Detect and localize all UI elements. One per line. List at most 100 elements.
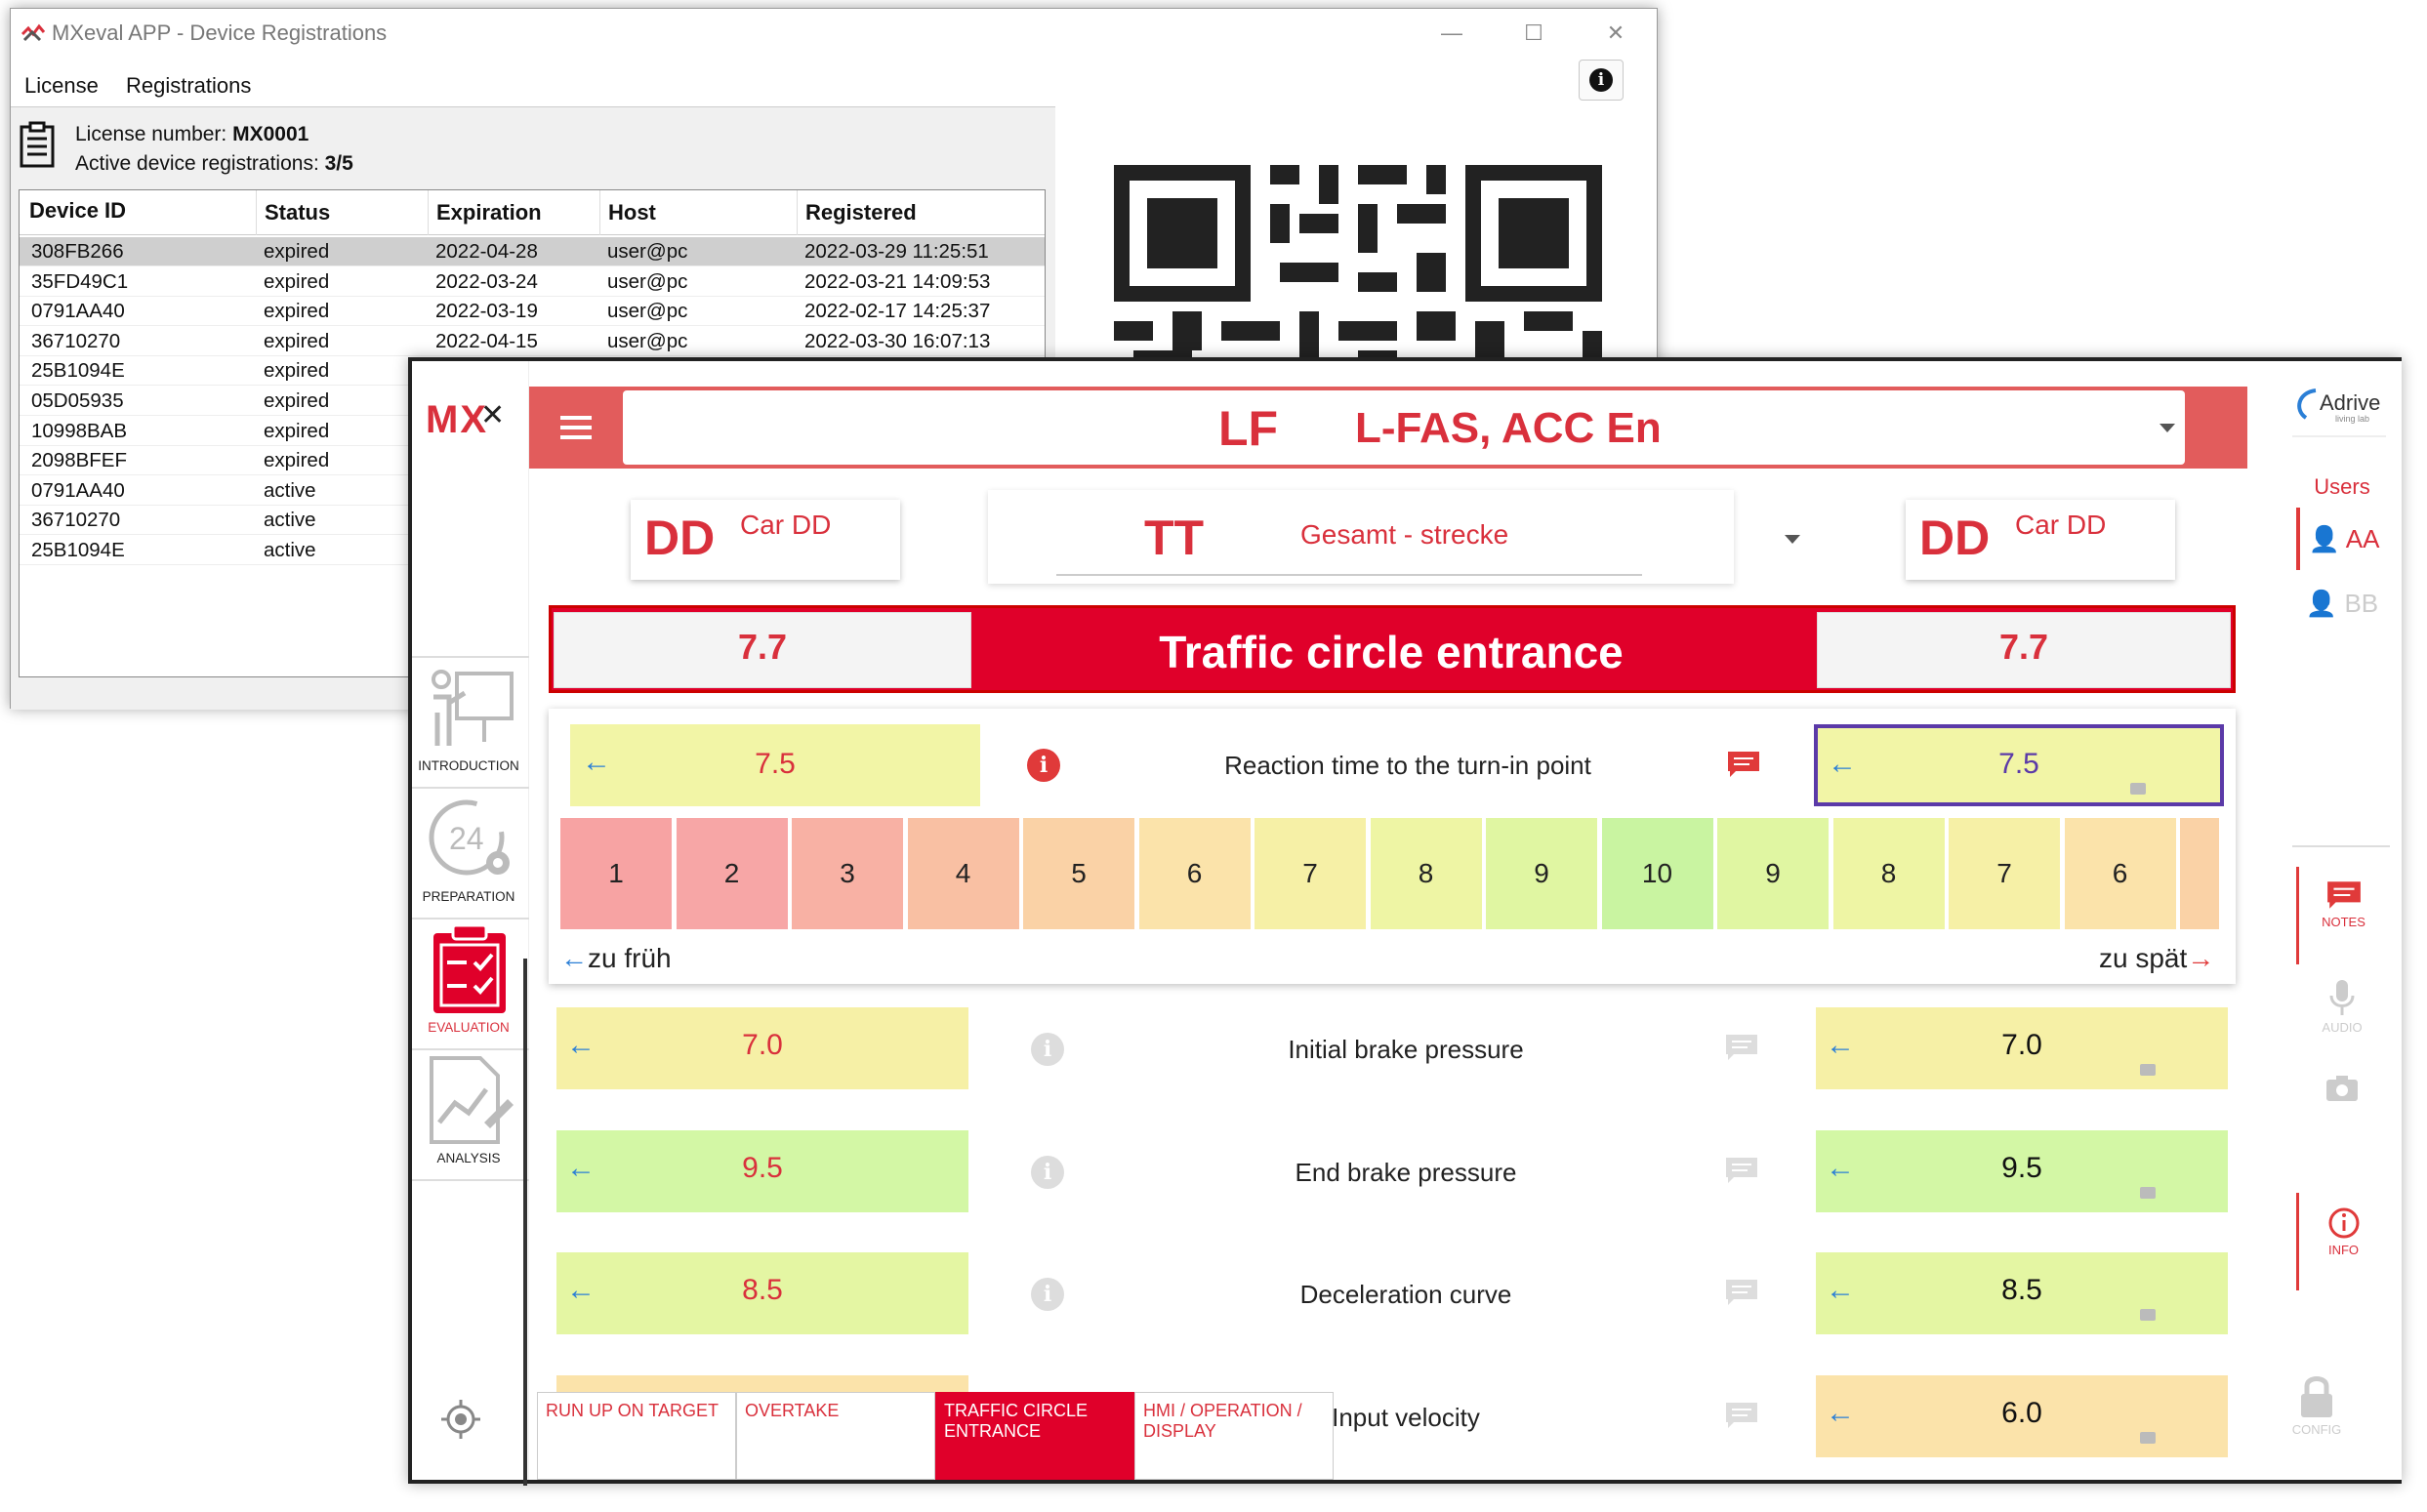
nav-introduction[interactable]: INTRODUCTION — [412, 656, 529, 783]
cell-reg: 2022-03-30 16:07:13 — [804, 329, 991, 352]
right-criterion-value[interactable]: ← 9.5 — [1816, 1129, 2228, 1212]
left-criterion-value[interactable]: ← 7.0 — [556, 1007, 968, 1089]
scale-option[interactable]: 9 — [1486, 818, 1597, 929]
info-button[interactable]: i — [1579, 60, 1624, 101]
tab-overtake[interactable]: OVERTAKE — [736, 1392, 935, 1480]
table-row[interactable]: 308FB266 expired 2022-04-28 user@pc 2022-03-… — [20, 237, 1045, 266]
scenario-selector[interactable]: LF L-FAS, ACC En — [623, 390, 2185, 465]
table-row[interactable]: 0791AA40 expired 2022-03-19 user@pc 2022-02-… — [20, 297, 1045, 327]
nav-analysis[interactable]: ANALYSIS — [412, 1048, 529, 1175]
tab-run-up-on-target[interactable]: RUN UP ON TARGET — [537, 1392, 736, 1480]
menu-registrations[interactable]: Registrations — [126, 73, 251, 99]
comment-icon[interactable] — [1724, 1278, 1759, 1307]
nav-analysis-label: ANALYSIS — [436, 1151, 501, 1165]
cell-id: 0791AA40 — [31, 300, 125, 323]
user-icon-inactive: 👤 — [2305, 589, 2338, 618]
maximize-button[interactable]: ☐ — [1514, 17, 1553, 50]
info-label: INFO — [2327, 1243, 2360, 1257]
scale-option[interactable]: 6 — [2064, 818, 2176, 929]
scale-option[interactable]: 10 — [1601, 818, 1713, 929]
license-number: MX0001 — [232, 123, 309, 145]
mx-logo: MX — [426, 398, 488, 441]
nav-preparation[interactable]: 24 PREPARATION — [412, 787, 529, 914]
left-criterion-value[interactable]: ← 8.5 — [556, 1252, 968, 1334]
info-panel-button[interactable]: INFO — [2296, 1193, 2388, 1290]
info-icon[interactable]: i — [1031, 1278, 1064, 1311]
info-icon[interactable]: i — [1027, 749, 1060, 782]
col-host[interactable]: Host — [599, 190, 656, 235]
cell-id: 25B1094E — [31, 359, 125, 383]
microphone-icon — [2329, 980, 2355, 1015]
scale-option[interactable]: 6 — [1138, 818, 1251, 929]
right-criterion-value[interactable]: ← 7.0 — [1816, 1007, 2228, 1089]
table-row[interactable]: 36710270 expired 2022-04-15 user@pc 2022-03-… — [20, 327, 1045, 356]
right-criterion-value[interactable]: ← 8.5 — [1816, 1252, 2228, 1334]
col-device-id[interactable]: Device ID — [29, 198, 126, 224]
config-button[interactable]: CONFIG — [2271, 1365, 2363, 1462]
info-icon[interactable]: i — [1031, 1155, 1064, 1189]
scale-option[interactable]: 1 — [560, 818, 672, 929]
scale-option[interactable]: 4 — [907, 818, 1019, 929]
left-criterion-value[interactable]: ← 9.5 — [556, 1129, 968, 1212]
audio-button[interactable]: AUDIO — [2296, 966, 2388, 1064]
cell-status: expired — [264, 300, 330, 323]
user-aa-button[interactable]: 👤 AA — [2296, 508, 2388, 570]
right-criterion-score: 9.5 — [2001, 1151, 2042, 1184]
notes-button[interactable]: NOTES — [2296, 867, 2388, 964]
camera-button[interactable] — [2296, 1054, 2388, 1132]
main-criterion-card: ← 7.5 i Reaction time to the turn-in poi… — [549, 709, 2236, 984]
menu-license[interactable]: License — [24, 73, 99, 99]
nav-evaluation[interactable]: EVALUATION — [412, 918, 529, 1044]
left-driver-card[interactable]: DD Car DD — [631, 500, 900, 580]
scale-option[interactable]: 7 — [1255, 818, 1366, 929]
scale-option[interactable]: 3 — [792, 818, 903, 929]
track-selector[interactable]: TT Gesamt - strecke — [988, 490, 1800, 584]
col-status[interactable]: Status — [256, 190, 330, 235]
crosshair-icon[interactable] — [441, 1400, 480, 1439]
section-tabs: RUN UP ON TARGET OVERTAKE TRAFFIC CIRCLE… — [537, 1392, 2255, 1480]
scale-option[interactable]: 5 — [1023, 818, 1134, 929]
tab-hmi-operation-display[interactable]: HMI / OPERATION / DISPLAY — [1134, 1392, 1334, 1480]
table-row[interactable]: 35FD49C1 expired 2022-03-24 user@pc 2022-03-… — [20, 267, 1045, 297]
info-icon[interactable]: i — [1031, 1033, 1064, 1066]
right-criterion-score: 7.0 — [2001, 1029, 2042, 1061]
right-panel: Adrive living lab Users 👤 AA 👤 BB NOTES … — [2271, 361, 2402, 1480]
user-bb-button[interactable]: 👤 BB — [2296, 572, 2388, 634]
cell-status: expired — [264, 329, 330, 352]
criterion-row: ← 9.5 i End brake pressure ← 9.5 — [556, 1129, 2228, 1214]
brand-swirl-icon — [2297, 388, 2317, 420]
info-icon: i — [1589, 68, 1613, 92]
lock-icon — [2301, 1376, 2332, 1417]
left-criterion-score: 9.5 — [742, 1151, 783, 1184]
scale-option[interactable]: 7 — [1949, 818, 2060, 929]
scale-option[interactable]: 8 — [1832, 818, 1945, 929]
scale-option[interactable]: 8 — [1370, 818, 1482, 929]
too-late-label: zu spät→ — [2099, 943, 2214, 974]
scale-option[interactable]: 9 — [1717, 818, 1829, 929]
chevron-down-icon — [2160, 424, 2175, 432]
hamburger-menu-button[interactable] — [529, 387, 609, 469]
left-criterion-value[interactable]: ← 7.5 — [570, 724, 980, 806]
right-section-score: 7.7 — [1817, 612, 2231, 688]
cell-reg: 2022-03-29 11:25:51 — [804, 240, 989, 263]
user-bb-label: BB — [2344, 589, 2379, 618]
comment-icon[interactable] — [1726, 750, 1761, 779]
scale-option[interactable]: 2 — [676, 818, 788, 929]
comment-icon[interactable] — [1724, 1033, 1759, 1062]
track-chevron-down-icon — [1785, 535, 1800, 544]
col-registered[interactable]: Registered — [797, 190, 917, 235]
clipboard-check-icon — [433, 923, 506, 1013]
comment-icon[interactable] — [1724, 1156, 1759, 1185]
criterion-row: ← 8.5 i Deceleration curve ← 8.5 — [556, 1252, 2228, 1336]
close-button[interactable]: ✕ — [1596, 17, 1635, 50]
cell-status: expired — [264, 240, 330, 263]
track-name: Gesamt - strecke — [1300, 519, 1509, 550]
minimize-button[interactable]: — — [1432, 17, 1471, 50]
right-criterion-value[interactable]: ← 7.5 — [1814, 724, 2224, 806]
cell-host: user@pc — [607, 269, 688, 293]
tab-traffic-circle-entrance[interactable]: TRAFFIC CIRCLE ENTRANCE — [935, 1392, 1134, 1480]
right-driver-card[interactable]: DD Car DD — [1906, 500, 2175, 580]
title-bar: MXeval APP - Device Registrations — ☐ ✕ — [11, 9, 1657, 58]
cell-host: user@pc — [607, 240, 688, 263]
col-expiration[interactable]: Expiration — [428, 190, 542, 235]
